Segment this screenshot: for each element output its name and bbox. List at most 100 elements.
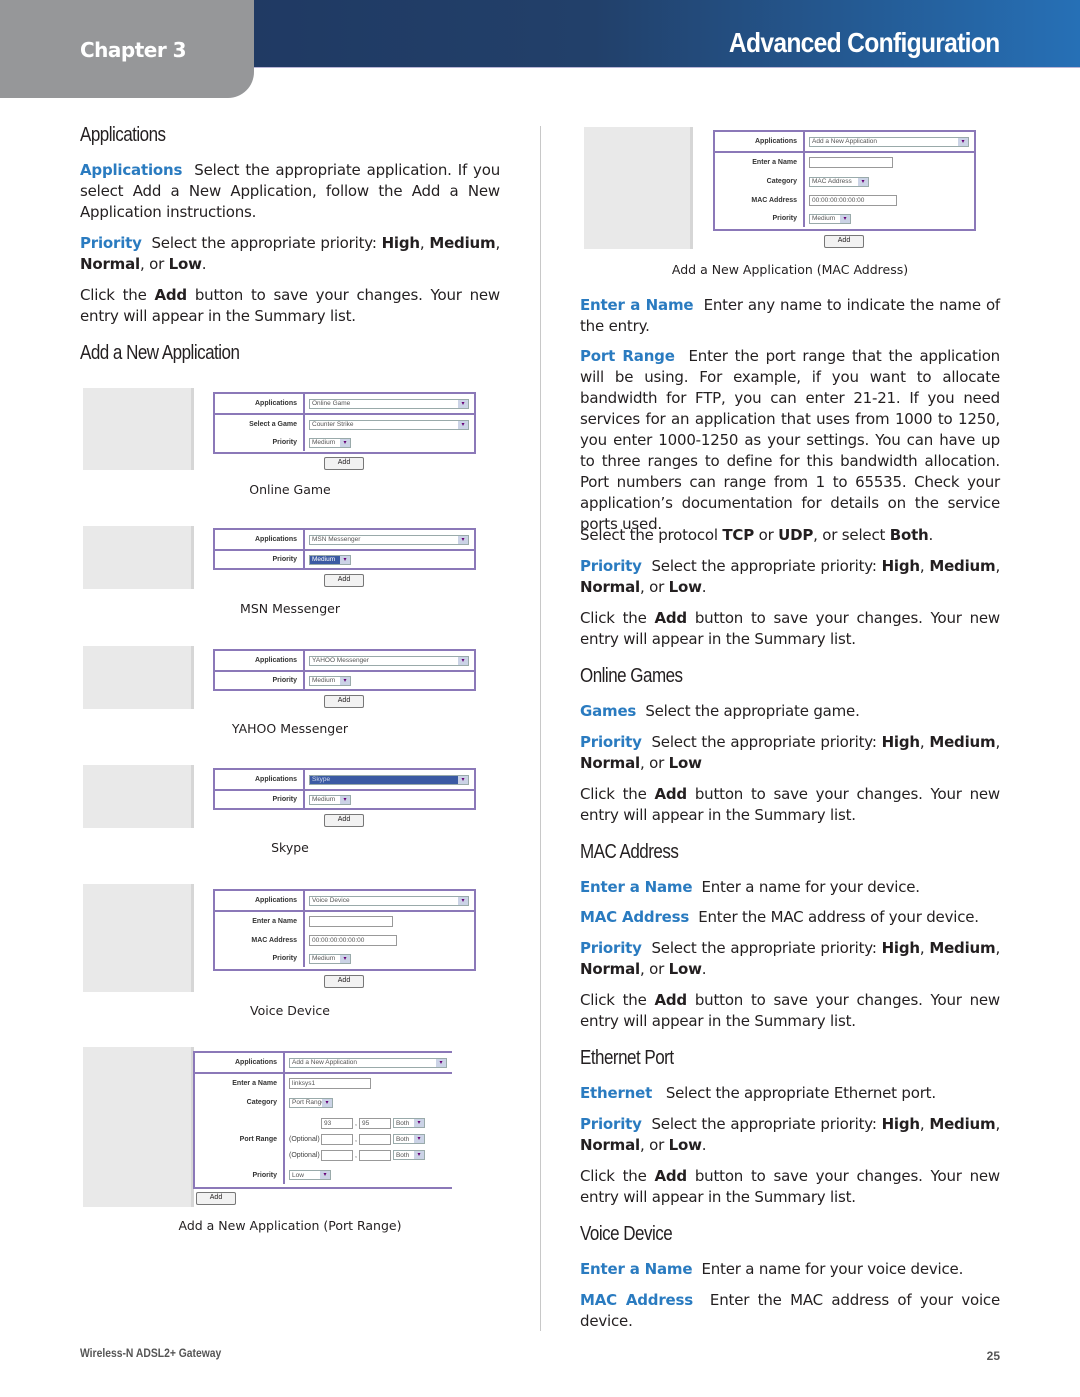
applications-select[interactable]: Add a New Application ▾ xyxy=(289,1057,447,1068)
bold-normal: Normal xyxy=(580,578,640,596)
text: Select the appropriate Ethernet port. xyxy=(665,1084,936,1102)
bold-add: Add xyxy=(654,609,687,627)
add-button[interactable]: Add xyxy=(824,235,864,248)
figure-sidebar xyxy=(584,127,693,249)
optional-label: (Optional) xyxy=(289,1151,320,1159)
term-port-range: Port Range xyxy=(580,347,675,365)
port-start-input[interactable]: 93 xyxy=(321,1117,353,1129)
text: , or xyxy=(139,255,169,273)
bold-low: Low xyxy=(168,255,202,273)
term-priority: Priority xyxy=(80,234,142,252)
protocol-select[interactable]: Both ▾ xyxy=(392,1150,425,1160)
bold-tcp: TCP xyxy=(722,526,755,544)
port-start-input[interactable] xyxy=(321,1133,353,1145)
category-select[interactable]: MAC Address ▾ xyxy=(809,176,869,187)
name-input[interactable] xyxy=(309,916,393,927)
chevron-down-icon: ▾ xyxy=(340,954,350,963)
mac-address-form: Applications Add a New Application ▾ Ente… xyxy=(713,130,976,231)
text: Select the appropriate priority: xyxy=(651,733,882,751)
add-button[interactable]: Add xyxy=(324,574,364,587)
priority-select[interactable]: Low ▾ xyxy=(289,1170,331,1180)
paragraph-add: Click the Add button to save your change… xyxy=(580,1166,1000,1208)
add-button[interactable]: Add xyxy=(324,457,364,470)
mac-address-input[interactable]: 00:00:00:00:00:00 xyxy=(809,195,897,206)
figure-sidebar xyxy=(83,388,194,470)
form-label: Priority xyxy=(252,1171,277,1179)
add-button[interactable]: Add xyxy=(196,1192,236,1205)
paragraph-mac-address: MAC Address Enter the MAC address of you… xyxy=(580,1290,1000,1332)
term-priority: Priority xyxy=(580,557,642,575)
priority-select[interactable]: Medium ▾ xyxy=(809,213,851,224)
text: Click the xyxy=(580,991,655,1009)
bold-low: Low xyxy=(668,960,702,978)
separator: , xyxy=(355,1119,357,1127)
port-end-input[interactable]: 95 xyxy=(358,1117,391,1129)
chevron-down-icon: ▾ xyxy=(458,656,468,665)
bold-add: Add xyxy=(654,1167,687,1185)
term-enter-name: Enter a Name xyxy=(580,1260,693,1278)
paragraph-ethernet: Ethernet Select the appropriate Ethernet… xyxy=(580,1083,1000,1104)
add-button[interactable]: Add xyxy=(324,695,364,708)
section-heading-voice-device: Voice Device xyxy=(580,1223,673,1245)
priority-select[interactable]: Medium ▾ xyxy=(309,794,351,805)
paragraph-priority: Priority Select the appropriate priority… xyxy=(580,557,1001,596)
bold-high: High xyxy=(881,557,921,575)
text: Enter the port range that the applicatio… xyxy=(580,347,1000,533)
name-input[interactable] xyxy=(809,157,893,168)
section-heading-applications: Applications xyxy=(80,124,166,146)
chevron-down-icon: ▾ xyxy=(858,177,868,186)
section-heading-ethernet-port: Ethernet Port xyxy=(580,1047,674,1069)
add-button[interactable]: Add xyxy=(324,975,364,988)
text: Select the appropriate priority: xyxy=(651,939,882,957)
applications-select[interactable]: Add a New Application ▾ xyxy=(809,136,969,147)
paragraph-enter-name: Enter a Name Enter a name for your devic… xyxy=(580,877,1000,898)
applications-select[interactable]: YAHOO Messenger ▾ xyxy=(309,655,469,666)
port-range-row: (Optional) , Both ▾ xyxy=(289,1133,425,1145)
mac-address-input[interactable]: 00:00:00:00:00:00 xyxy=(309,935,397,946)
name-input[interactable]: linksys1 xyxy=(289,1078,371,1089)
term-priority: Priority xyxy=(580,939,642,957)
form-label: Applications xyxy=(254,400,297,407)
protocol-select[interactable]: Both ▾ xyxy=(392,1118,425,1128)
term-enter-name: Enter a Name xyxy=(580,296,694,314)
chevron-down-icon: ▾ xyxy=(840,214,850,223)
form-label: MAC Address xyxy=(751,197,797,204)
game-select[interactable]: Counter Strike ▾ xyxy=(309,419,469,430)
bold-both: Both xyxy=(889,526,929,544)
text: , or xyxy=(639,960,669,978)
protocol-select[interactable]: Both ▾ xyxy=(392,1134,425,1144)
text: Select the protocol xyxy=(580,526,723,544)
priority-select[interactable]: Medium ▾ xyxy=(309,953,351,964)
port-end-input[interactable] xyxy=(358,1133,391,1145)
port-end-input[interactable] xyxy=(358,1149,391,1161)
chapter-label: Chapter 3 xyxy=(80,38,187,62)
paragraph-add: Click the Add button to save your change… xyxy=(580,990,1000,1032)
form-label: Applications xyxy=(254,776,297,783)
text: Click the xyxy=(580,785,655,803)
priority-select[interactable]: Medium ▾ xyxy=(309,675,351,686)
bold-medium: Medium xyxy=(429,234,496,252)
category-select[interactable]: Port Range ▾ xyxy=(289,1097,333,1108)
form-label: Applications xyxy=(254,536,297,543)
port-start-input[interactable] xyxy=(321,1149,353,1161)
port-range-row: 93 , 95 Both ▾ xyxy=(289,1117,425,1129)
text: Select the appropriate priority: xyxy=(651,557,882,575)
bold-low: Low xyxy=(668,1136,702,1154)
applications-select[interactable]: MSN Messenger ▾ xyxy=(309,534,469,545)
text: , or xyxy=(639,578,669,596)
priority-select[interactable]: Medium ▾ xyxy=(309,437,351,448)
applications-select[interactable]: Skype ▾ xyxy=(309,774,469,785)
applications-select[interactable]: Online Game ▾ xyxy=(309,398,469,409)
add-button[interactable]: Add xyxy=(324,814,364,827)
priority-select[interactable]: Medium ▾ xyxy=(309,554,351,565)
page-title: Advanced Configuration xyxy=(729,27,1000,58)
bold-add: Add xyxy=(654,991,687,1009)
bold-normal: Normal xyxy=(580,754,640,772)
paragraph-priority: Priority Select the appropriate priority… xyxy=(580,1115,1001,1154)
form-label: Applications xyxy=(254,897,297,904)
figure-caption: Add a New Application (MAC Address) xyxy=(671,262,909,277)
figure-sidebar xyxy=(83,884,194,992)
section-heading-online-games: Online Games xyxy=(580,665,683,687)
yahoo-form: Applications YAHOO Messenger ▾ Priority M… xyxy=(213,649,476,691)
applications-select[interactable]: Voice Device ▾ xyxy=(309,895,469,906)
